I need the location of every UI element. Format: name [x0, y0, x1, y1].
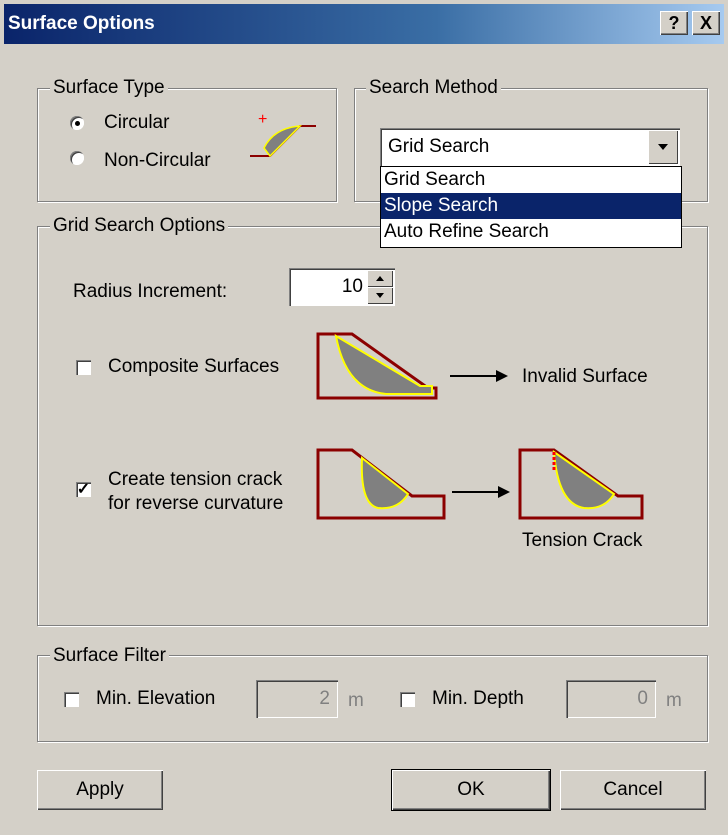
tension-crack-label-line2[interactable]: for reverse curvature — [108, 493, 283, 515]
min-elevation-unit: m — [348, 690, 364, 711]
svg-text:+: + — [258, 111, 267, 128]
search-method-legend: Search Method — [366, 77, 501, 99]
search-method-value: Grid Search — [388, 136, 490, 157]
ok-button[interactable]: OK — [391, 769, 551, 811]
spin-down-button[interactable] — [367, 287, 393, 304]
spin-up-button[interactable] — [367, 270, 393, 287]
title-bar: Surface Options ? X — [4, 4, 724, 44]
min-elevation-value: 2 — [319, 688, 330, 709]
invalid-surface-label: Invalid Surface — [522, 366, 648, 387]
composite-surfaces-checkbox[interactable] — [76, 360, 91, 375]
arrow-up-icon — [376, 276, 384, 281]
tension-crack-label-line1[interactable]: Create tension crack — [108, 469, 282, 491]
window-title: Surface Options — [8, 13, 155, 34]
surface-options-dialog: Surface Options ? X Surface Type Circula… — [0, 0, 728, 835]
search-method-combobox[interactable]: Grid Search — [380, 128, 680, 166]
tension-crack-slope-diagram — [316, 448, 446, 520]
tension-crack-caption: Tension Crack — [522, 530, 643, 551]
dropdown-option-slope-search[interactable]: Slope Search — [381, 193, 681, 219]
composite-surface-diagram — [316, 332, 438, 400]
surface-filter-legend: Surface Filter — [50, 645, 169, 667]
min-depth-label[interactable]: Min. Depth — [432, 688, 524, 710]
min-depth-input[interactable]: 0 — [566, 680, 656, 718]
apply-button[interactable]: Apply — [37, 770, 163, 810]
circular-radio[interactable] — [70, 116, 84, 130]
non-circular-radio[interactable] — [70, 151, 84, 165]
circular-surface-icon: + — [250, 111, 316, 158]
cancel-button[interactable]: Cancel — [560, 770, 706, 810]
close-button[interactable]: X — [692, 11, 720, 35]
arrow-right-icon — [450, 370, 508, 382]
help-button[interactable]: ? — [660, 11, 688, 35]
tension-crack-result-diagram — [518, 448, 644, 520]
tension-crack-checkbox[interactable]: ✓ — [76, 482, 91, 498]
min-depth-value: 0 — [637, 688, 648, 709]
radius-increment-value: 10 — [341, 276, 363, 297]
min-elevation-checkbox[interactable] — [64, 692, 79, 707]
chevron-down-icon — [658, 144, 668, 150]
circular-label[interactable]: Circular — [104, 112, 169, 134]
min-elevation-label[interactable]: Min. Elevation — [96, 688, 215, 710]
arrow-down-icon — [376, 293, 384, 298]
dropdown-option-auto-refine-search[interactable]: Auto Refine Search — [381, 219, 681, 245]
min-depth-checkbox[interactable] — [400, 692, 415, 707]
min-depth-unit: m — [666, 690, 682, 711]
search-method-dropdown-list: Grid Search Slope Search Auto Refine Sea… — [380, 166, 682, 248]
surface-type-legend: Surface Type — [50, 77, 168, 99]
radius-increment-label: Radius Increment: — [73, 281, 228, 302]
grid-search-options-legend: Grid Search Options — [50, 215, 229, 237]
arrow-right-icon — [452, 486, 510, 498]
dropdown-arrow-button[interactable] — [648, 130, 678, 164]
non-circular-label[interactable]: Non-Circular — [104, 150, 211, 172]
dropdown-option-grid-search[interactable]: Grid Search — [381, 167, 681, 193]
radius-increment-spinner[interactable]: 10 — [289, 268, 395, 306]
composite-surfaces-label[interactable]: Composite Surfaces — [108, 356, 279, 378]
min-elevation-input[interactable]: 2 — [256, 680, 338, 718]
